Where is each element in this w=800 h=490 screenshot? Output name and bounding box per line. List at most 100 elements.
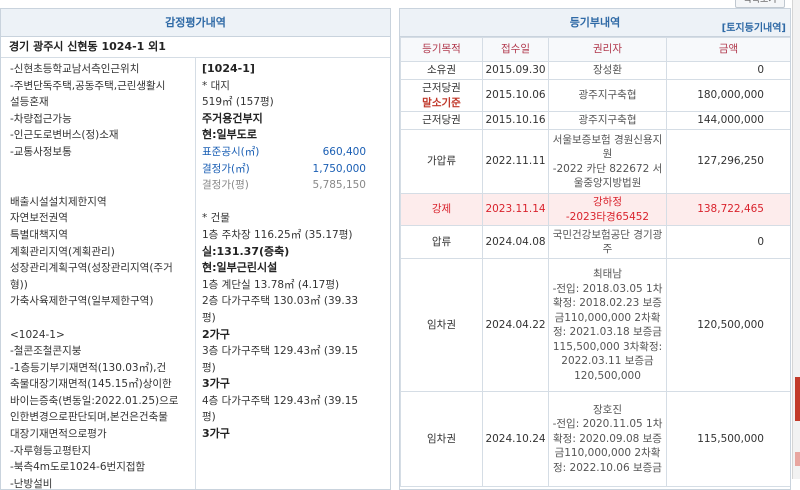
appraisal-description-line: 배출시설설치제한지역	[10, 195, 107, 208]
appraisal-description-line: 축물대장기재면적(145.15㎡)상이한	[10, 378, 172, 391]
appraisal-detail-line: 1층 계단실 13.78㎡ (4.17평)	[202, 278, 340, 291]
registry-row: 근저당권 말소기준 2015.10.06 광주지구축협 180,000,000	[400, 79, 790, 112]
registry-row: 임차권 2024.10.24 장호진 -전입: 2020.11.05 1차확정: 2…	[400, 391, 790, 487]
appraisal-detail-line: 2가구	[202, 327, 230, 341]
price-value: 5,785,150	[312, 179, 366, 192]
appraisal-detail-line	[202, 194, 388, 211]
registry-panel: 등기부내역 [토지등기내역] 등기목적 접수일 권리자 금액 소유권 2015.0…	[399, 8, 791, 490]
registry-type-label: 소유권	[427, 64, 456, 77]
appraisal-description-line: 인한변경으로판단되며,본건은건축물	[10, 411, 168, 424]
appraisal-detail-line: 실:131.37(증축)	[202, 244, 290, 258]
registry-amount: 115,500,000	[666, 391, 790, 487]
appraisal-description-line: 대장기재면적으로평가	[10, 428, 107, 441]
list-view-button[interactable]: 목록보기	[735, 0, 785, 8]
registry-amount: 120,500,000	[666, 258, 790, 392]
appraisal-description-line: 성장관리계획구역(성장관리지역(주거	[10, 262, 173, 275]
appraisal-detail-line: 결정가(평) 5,785,150	[202, 177, 388, 194]
registry-holder: 강하정 -2023타경65452	[548, 193, 667, 226]
registry-amount: 144,000,000	[666, 111, 790, 130]
appraisal-content: -신현초등학교남서측인근위치 -주변단독주택,공동주택,근린생활시 설등혼재 -차량접…	[1, 58, 390, 490]
appraisal-detail-line: 2층 다가구주택 130.03㎡ (39.33	[202, 295, 359, 308]
appraisal-description-line: -철콘조철콘지붕	[10, 345, 82, 358]
registry-header: 등기부내역 [토지등기내역]	[400, 9, 790, 37]
appraisal-description-line: <1024-1>	[10, 328, 65, 341]
registry-title: 등기부내역	[569, 16, 621, 29]
registry-type-label: 압류	[431, 235, 452, 248]
land-registry-link[interactable]: [토지등기내역]	[722, 15, 786, 42]
appraisal-detail-line: 평)	[202, 361, 216, 374]
registry-table: 등기목적 접수일 권리자 금액 소유권 2015.09.30 장성환 0 근저당권 말소기…	[400, 37, 790, 487]
registry-row: 임차권 2024.04.22 최태남 -전입: 2018.03.05 1차확정: 2…	[400, 258, 790, 392]
registry-date: 2015.10.06	[482, 79, 549, 112]
appraisal-detail-line: 현:일부근린시설	[202, 261, 278, 275]
registry-type: 근저당권 말소기준	[400, 79, 483, 112]
appraisal-description-line: -자루형등고평탄지	[10, 444, 92, 457]
appraisal-description-line: -신현초등학교남서측인근위치	[10, 63, 140, 75]
registry-type: 소유권	[400, 61, 483, 80]
side-tab-marker[interactable]	[795, 377, 800, 421]
appraisal-detail-line: 주거용건부지	[202, 111, 263, 125]
price-value: 660,400	[322, 145, 366, 158]
price-label: 표준공시(㎡)	[202, 145, 260, 158]
side-tab-marker-lower[interactable]	[795, 452, 800, 466]
price-value: 1,750,000	[312, 162, 366, 175]
appraisal-description-line: 바이는증축(변동일:2022.01.25)으로	[10, 394, 179, 407]
registry-amount: 0	[666, 61, 790, 80]
price-label: 결정가(㎡)	[202, 162, 250, 175]
appraisal-description-line: 가축사육제한구역(일부제한구역)	[10, 295, 154, 308]
appraisal-description-line: -차량접근가능	[10, 112, 72, 125]
appraisal-detail-line: 평)	[202, 411, 216, 424]
appraisal-description-line: 특별대책지역	[10, 228, 68, 241]
registry-date: 2024.04.08	[482, 225, 549, 259]
appraisal-description-line: 자연보전권역	[10, 212, 68, 225]
registry-holder: 최태남 -전입: 2018.03.05 1차확정: 2018.02.23 보증금…	[548, 258, 667, 392]
appraisal-detail-line: 결정가(㎡) 1,750,000	[202, 161, 388, 178]
appraisal-detail-line: [1024-1]	[202, 62, 255, 75]
registry-date: 2024.04.22	[482, 258, 549, 392]
registry-type: 임차권	[400, 258, 483, 392]
appraisal-description-line: -1층등기부기재면적(130.03㎡),건	[10, 361, 167, 374]
appraisal-panel: 감정평가내역 경기 광주시 신현동 1024-1 외1 -신현초등학교남서측인근…	[0, 8, 391, 490]
registry-type: 임차권	[400, 391, 483, 487]
registry-type: 강제	[400, 193, 483, 226]
registry-type-label: 근저당권	[422, 114, 461, 127]
appraisal-detail-line: 3가구	[202, 427, 230, 441]
registry-holder: 서울보증보험 경원신용지원 -2022 카단 822672 서울중앙지방법원	[548, 129, 667, 194]
appraisal-details: [1024-1] * 대지 519㎡ (157평) 주거용건부지 현:일부도로 표준공시(…	[202, 61, 388, 443]
appraisal-detail-line: 4층 다가구주택 129.43㎡ (39.15	[202, 394, 359, 407]
appraisal-description-line: -주변단독주택,공동주택,근린생활시	[10, 79, 166, 92]
appraisal-title: 감정평가내역	[1, 9, 390, 37]
header-holder: 권리자	[548, 37, 667, 62]
registry-type-label: 임차권	[427, 432, 456, 445]
registry-date: 2022.11.11	[482, 129, 549, 194]
registry-row: 강제 2023.11.14 강하정 -2023타경65452 138,722,465	[400, 193, 790, 226]
cancellation-basis-badge: 말소기준	[422, 96, 461, 109]
appraisal-detail-line: 평)	[202, 311, 216, 324]
appraisal-description-line	[10, 161, 195, 178]
header-date: 접수일	[482, 37, 549, 62]
registry-holder: 장성환	[548, 61, 667, 80]
registry-holder: 광주지구축협	[548, 111, 667, 130]
appraisal-description-line	[10, 177, 195, 194]
registry-row: 압류 2024.04.08 국민건강보험공단 경기광주 0	[400, 225, 790, 259]
registry-date: 2024.10.24	[482, 391, 549, 487]
registry-type-label: 강제	[431, 203, 452, 216]
registry-date: 2023.11.14	[482, 193, 549, 226]
appraisal-description: -신현초등학교남서측인근위치 -주변단독주택,공동주택,근린생활시 설등혼재 -차량접…	[10, 61, 195, 490]
appraisal-detail-line: 3가구	[202, 377, 230, 391]
price-label: 결정가(평)	[202, 179, 249, 192]
header-purpose: 등기목적	[400, 37, 483, 62]
appraisal-detail-line: * 대지	[202, 79, 230, 92]
appraisal-description-line: -교통사정보통	[10, 145, 72, 158]
property-address: 경기 광주시 신현동 1024-1 외1	[1, 37, 390, 58]
registry-type: 압류	[400, 225, 483, 259]
registry-row: 가압류 2022.11.11 서울보증보험 경원신용지원 -2022 카단 8226…	[400, 129, 790, 194]
appraisal-detail-line: 1층 주차장 116.25㎡ (35.17평)	[202, 228, 353, 241]
registry-type-label: 임차권	[427, 318, 456, 331]
appraisal-description-line: -난방설비	[10, 477, 53, 490]
appraisal-detail-line: 519㎡ (157평)	[202, 96, 274, 109]
registry-holder: 국민건강보험공단 경기광주	[548, 225, 667, 259]
registry-type-label: 가압류	[427, 155, 456, 168]
appraisal-description-line: 형))	[10, 278, 28, 291]
registry-type: 근저당권	[400, 111, 483, 130]
